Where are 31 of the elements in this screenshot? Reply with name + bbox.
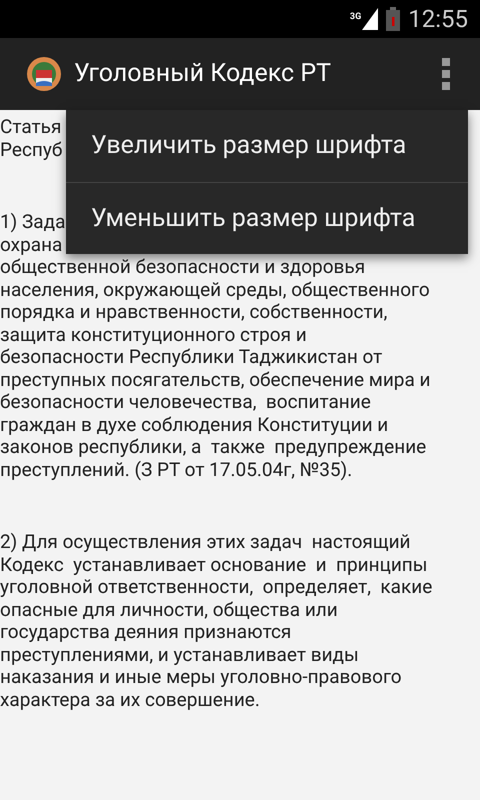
menu-item[interactable]: Уменьшить размер шрифта	[66, 182, 468, 254]
text-line: порядка и нравственности, собственности,	[0, 301, 388, 324]
text-line: охрана	[0, 234, 62, 256]
text-line: преступных посягательств, обеспечение мира и	[0, 368, 430, 391]
text-line: безопасности человечества, воспитание	[0, 391, 371, 414]
battery-icon	[386, 7, 400, 31]
text-line: защита конституционного строя и	[0, 324, 307, 346]
app-title: Уголовный Кодекс РТ	[74, 58, 332, 90]
text-line: граждан в духе соблюдения Конституции и	[0, 414, 388, 436]
text-line: Статья	[0, 116, 62, 138]
overflow-menu-icon[interactable]	[442, 58, 450, 90]
text-line: наказания и иные меры уголовно-правового	[0, 666, 402, 688]
network-type: 3G	[350, 13, 362, 22]
text-line: опасные для личности, общества или	[0, 598, 338, 621]
text-line: безопасности Республики Таджикистан от	[0, 346, 382, 368]
text-line: преступлениями, и устанавливает виды	[0, 644, 359, 666]
text-line: Респуб	[0, 138, 62, 161]
menu-item[interactable]: Увеличить размер шрифта	[66, 110, 468, 182]
text-line: преступлений. (З РТ от 17.05.04г, №35).	[0, 458, 352, 481]
text-line: Кодекс устанавливает основание и принципы	[0, 554, 428, 576]
clock: 12:55	[408, 7, 468, 31]
text-line: законов республики, а также предупреждение	[0, 436, 426, 458]
text-line: 2) Для осуществления этих задач настоящий	[0, 531, 410, 554]
text-line: характера за их совершение.	[0, 688, 260, 711]
text-line: 1) Зада	[0, 211, 66, 234]
text-line: государства деяния признаются	[0, 621, 292, 644]
signal-icon	[362, 8, 378, 30]
emblem-icon[interactable]	[26, 56, 62, 92]
text-line: населения, окружающей среды, общественного	[0, 278, 430, 301]
text-line: общественной безопасности и здоровья	[0, 256, 366, 278]
text-line: уголовной ответственности, определяет, какие	[0, 576, 432, 598]
